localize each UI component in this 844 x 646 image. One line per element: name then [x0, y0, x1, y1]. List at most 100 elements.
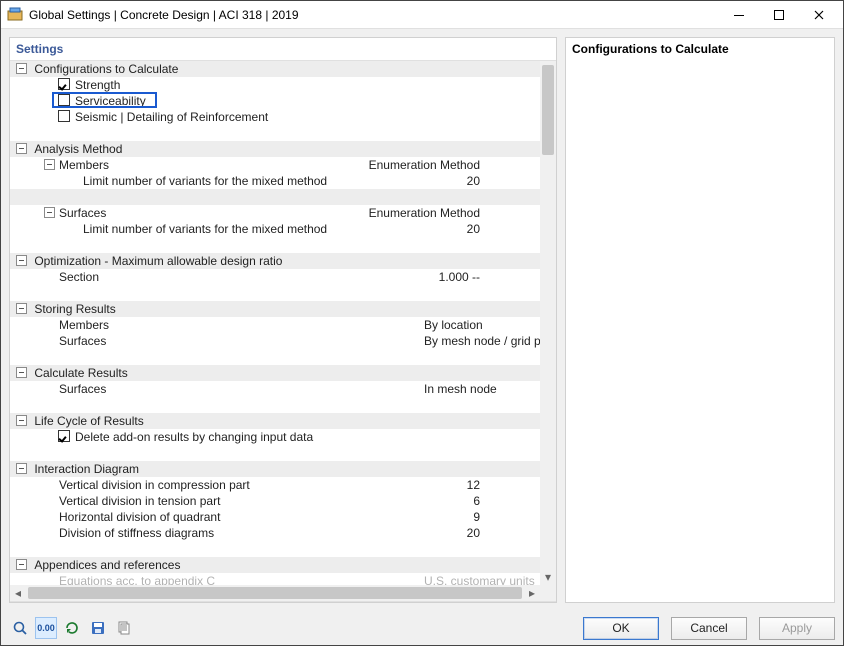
item-label: Members: [59, 317, 109, 333]
expand-icon[interactable]: [16, 415, 27, 426]
scroll-corner: [540, 585, 556, 601]
cancel-button[interactable]: Cancel: [671, 617, 747, 640]
settings-panel-header: Settings: [10, 38, 556, 60]
vertical-scrollbar[interactable]: ▴ ▾: [540, 61, 556, 585]
item-value: 6: [473, 493, 480, 509]
refresh-icon: [64, 620, 80, 636]
scroll-right-icon[interactable]: ▸: [524, 585, 540, 601]
item-storing-members[interactable]: Members By location: [10, 317, 540, 333]
item-equations-appendix-c[interactable]: Equations acc. to appendix C U.S. custom…: [10, 573, 540, 585]
item-value: 20: [467, 221, 480, 237]
item-calc-surfaces[interactable]: Surfaces In mesh node: [10, 381, 540, 397]
item-strength[interactable]: Strength: [10, 77, 540, 93]
tool-decimals[interactable]: 0.00: [35, 617, 57, 639]
item-vten[interactable]: Vertical division in tension part 6: [10, 493, 540, 509]
item-serviceability[interactable]: Serviceability: [10, 93, 540, 109]
tool-search[interactable]: [9, 617, 31, 639]
item-label: Surfaces: [59, 381, 106, 397]
checkbox-serviceability[interactable]: [58, 94, 70, 106]
item-value: 20: [467, 525, 480, 541]
item-label: Surfaces: [59, 333, 106, 349]
item-label: Limit number of variants for the mixed m…: [83, 173, 327, 189]
search-icon: [12, 620, 28, 636]
item-label: Vertical division in compression part: [59, 477, 250, 493]
titlebar: Global Settings | Concrete Design | ACI …: [1, 1, 843, 29]
decimals-icon: 0.00: [37, 623, 55, 633]
scroll-thumb[interactable]: [542, 65, 554, 155]
settings-tree[interactable]: Configurations to Calculate Strength Ser…: [10, 60, 556, 602]
details-panel: Configurations to Calculate: [565, 37, 835, 603]
item-value: Enumeration Method: [369, 205, 480, 221]
section-label: Storing Results: [34, 301, 115, 317]
section-appendices[interactable]: Appendices and references: [10, 557, 540, 573]
item-value: By mesh node / grid point: [424, 333, 540, 349]
item-seismic[interactable]: Seismic | Detailing of Reinforcement: [10, 109, 540, 125]
item-label: Equations acc. to appendix C: [59, 573, 215, 585]
ok-button[interactable]: OK: [583, 617, 659, 640]
save-icon: [90, 620, 106, 636]
item-value: 9: [473, 509, 480, 525]
expand-icon[interactable]: [44, 159, 55, 170]
item-label: Delete add-on results by changing input …: [75, 429, 313, 445]
expand-icon[interactable]: [16, 463, 27, 474]
section-label: Interaction Diagram: [34, 461, 139, 477]
item-vcomp[interactable]: Vertical division in compression part 12: [10, 477, 540, 493]
bottom-toolbar: 0.00 OK Cancel Apply: [1, 611, 843, 645]
item-surfaces-analysis[interactable]: Surfaces Enumeration Method: [10, 205, 540, 221]
section-analysis-method[interactable]: Analysis Method: [10, 141, 540, 157]
item-value: In mesh node: [424, 381, 497, 397]
item-label: Strength: [75, 77, 120, 93]
expand-icon[interactable]: [16, 367, 27, 378]
item-value: Enumeration Method: [369, 157, 480, 173]
item-members-limit[interactable]: Limit number of variants for the mixed m…: [10, 173, 540, 189]
tool-refresh[interactable]: [61, 617, 83, 639]
scroll-down-icon[interactable]: ▾: [540, 569, 556, 585]
apply-button[interactable]: Apply: [759, 617, 835, 640]
scroll-left-icon[interactable]: ◂: [10, 585, 26, 601]
expand-icon[interactable]: [16, 63, 27, 74]
expand-icon[interactable]: [16, 559, 27, 570]
item-label: Vertical division in tension part: [59, 493, 220, 509]
section-optimization[interactable]: Optimization - Maximum allowable design …: [10, 253, 540, 269]
item-label: Division of stiffness diagrams: [59, 525, 214, 541]
item-hquad[interactable]: Horizontal division of quadrant 9: [10, 509, 540, 525]
copy-icon: [116, 620, 132, 636]
section-configurations[interactable]: Configurations to Calculate: [10, 61, 540, 77]
item-label: Serviceability: [75, 93, 146, 109]
checkbox-strength[interactable]: [58, 78, 70, 90]
item-label: Surfaces: [59, 205, 106, 221]
expand-icon[interactable]: [16, 255, 27, 266]
item-label: Limit number of variants for the mixed m…: [83, 221, 327, 237]
maximize-button[interactable]: [759, 2, 799, 28]
section-interaction-diagram[interactable]: Interaction Diagram: [10, 461, 540, 477]
close-button[interactable]: [799, 2, 839, 28]
item-delete-results[interactable]: Delete add-on results by changing input …: [10, 429, 540, 445]
horizontal-scrollbar[interactable]: ◂ ▸: [10, 585, 540, 601]
tool-save[interactable]: [87, 617, 109, 639]
expand-icon[interactable]: [16, 143, 27, 154]
expand-icon[interactable]: [16, 303, 27, 314]
item-section[interactable]: Section 1.000 --: [10, 269, 540, 285]
checkbox-seismic[interactable]: [58, 110, 70, 122]
expand-icon[interactable]: [44, 207, 55, 218]
section-label: Appendices and references: [34, 557, 180, 573]
item-label: Members: [59, 157, 109, 173]
section-calculate-results[interactable]: Calculate Results: [10, 365, 540, 381]
section-storing-results[interactable]: Storing Results: [10, 301, 540, 317]
item-members[interactable]: Members Enumeration Method: [10, 157, 540, 173]
item-stiff[interactable]: Division of stiffness diagrams 20: [10, 525, 540, 541]
section-life-cycle[interactable]: Life Cycle of Results: [10, 413, 540, 429]
item-label: Horizontal division of quadrant: [59, 509, 220, 525]
minimize-button[interactable]: [719, 2, 759, 28]
scroll-thumb[interactable]: [28, 587, 522, 599]
window-title: Global Settings | Concrete Design | ACI …: [29, 8, 719, 22]
item-surfaces-limit[interactable]: Limit number of variants for the mixed m…: [10, 221, 540, 237]
section-label: Calculate Results: [34, 365, 127, 381]
item-storing-surfaces[interactable]: Surfaces By mesh node / grid point: [10, 333, 540, 349]
checkbox-delete-results[interactable]: [58, 430, 70, 442]
details-panel-header: Configurations to Calculate: [566, 38, 834, 60]
section-label: Analysis Method: [34, 141, 122, 157]
tool-copy[interactable]: [113, 617, 135, 639]
section-label: Life Cycle of Results: [34, 413, 143, 429]
item-value: 20: [467, 173, 480, 189]
